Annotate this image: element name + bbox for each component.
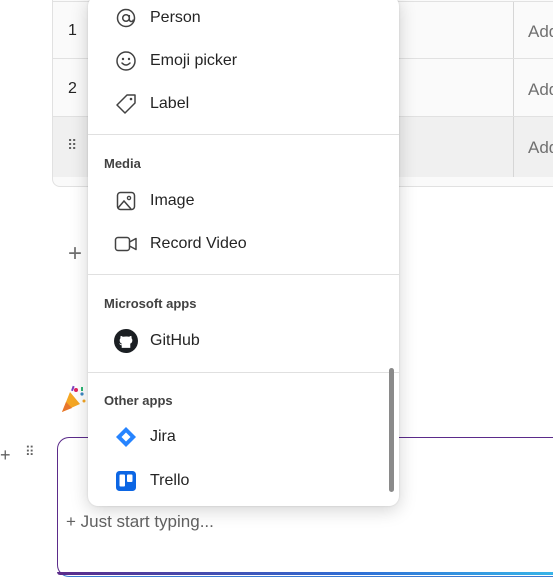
menu-item-label-text: Label [150,95,190,112]
add-paragraph-icon[interactable]: + [0,445,11,466]
add-cell[interactable]: Add [513,2,553,59]
menu-item-jira[interactable]: Jira [88,418,399,456]
row-number: 1 [68,22,77,39]
video-icon [114,232,138,256]
trello-icon [114,469,138,493]
menu-item-record-video[interactable]: Record Video [88,225,399,263]
menu-item-github[interactable]: GitHub [88,322,399,360]
menu-divider [88,134,399,135]
emoji-icon [114,49,138,73]
menu-item-label: Record Video [150,235,247,252]
row-number: 2 [68,80,77,97]
card-accent-border [57,572,553,575]
menu-divider [88,274,399,275]
menu-item-label: Person [150,9,201,26]
section-header-other-apps: Other apps [104,393,173,408]
menu-item-label: Trello [150,472,190,489]
image-icon [114,189,138,213]
github-icon [114,329,138,353]
jira-icon [114,425,138,449]
add-cell[interactable]: Add [513,117,553,177]
add-block-icon[interactable]: + [68,240,82,268]
menu-item-label[interactable]: Label [88,85,399,123]
menu-item-person[interactable]: Person [88,0,399,37]
menu-item-label: Jira [150,428,176,445]
menu-divider [88,372,399,373]
menu-item-label: Emoji picker [150,52,238,69]
paragraph-grip-icon[interactable]: ⠿ [25,444,34,460]
tag-icon [114,92,138,116]
drag-handle-icon[interactable]: ⠿ [67,137,77,154]
card-placeholder-text[interactable]: + Just start typing... [66,512,214,532]
section-header-media: Media [104,156,141,171]
at-icon [114,6,138,30]
insert-menu: Person Emoji picker Label Media Image Re… [88,0,399,506]
menu-item-emoji-picker[interactable]: Emoji picker [88,42,399,80]
menu-item-label: Image [150,192,195,209]
menu-item-label: GitHub [150,332,200,349]
menu-item-image[interactable]: Image [88,182,399,220]
menu-scrollbar[interactable] [389,368,394,492]
add-cell[interactable]: Add [513,59,553,117]
section-header-microsoft-apps: Microsoft apps [104,296,197,311]
menu-item-trello[interactable]: Trello [88,462,399,500]
party-popper-icon [62,385,86,412]
